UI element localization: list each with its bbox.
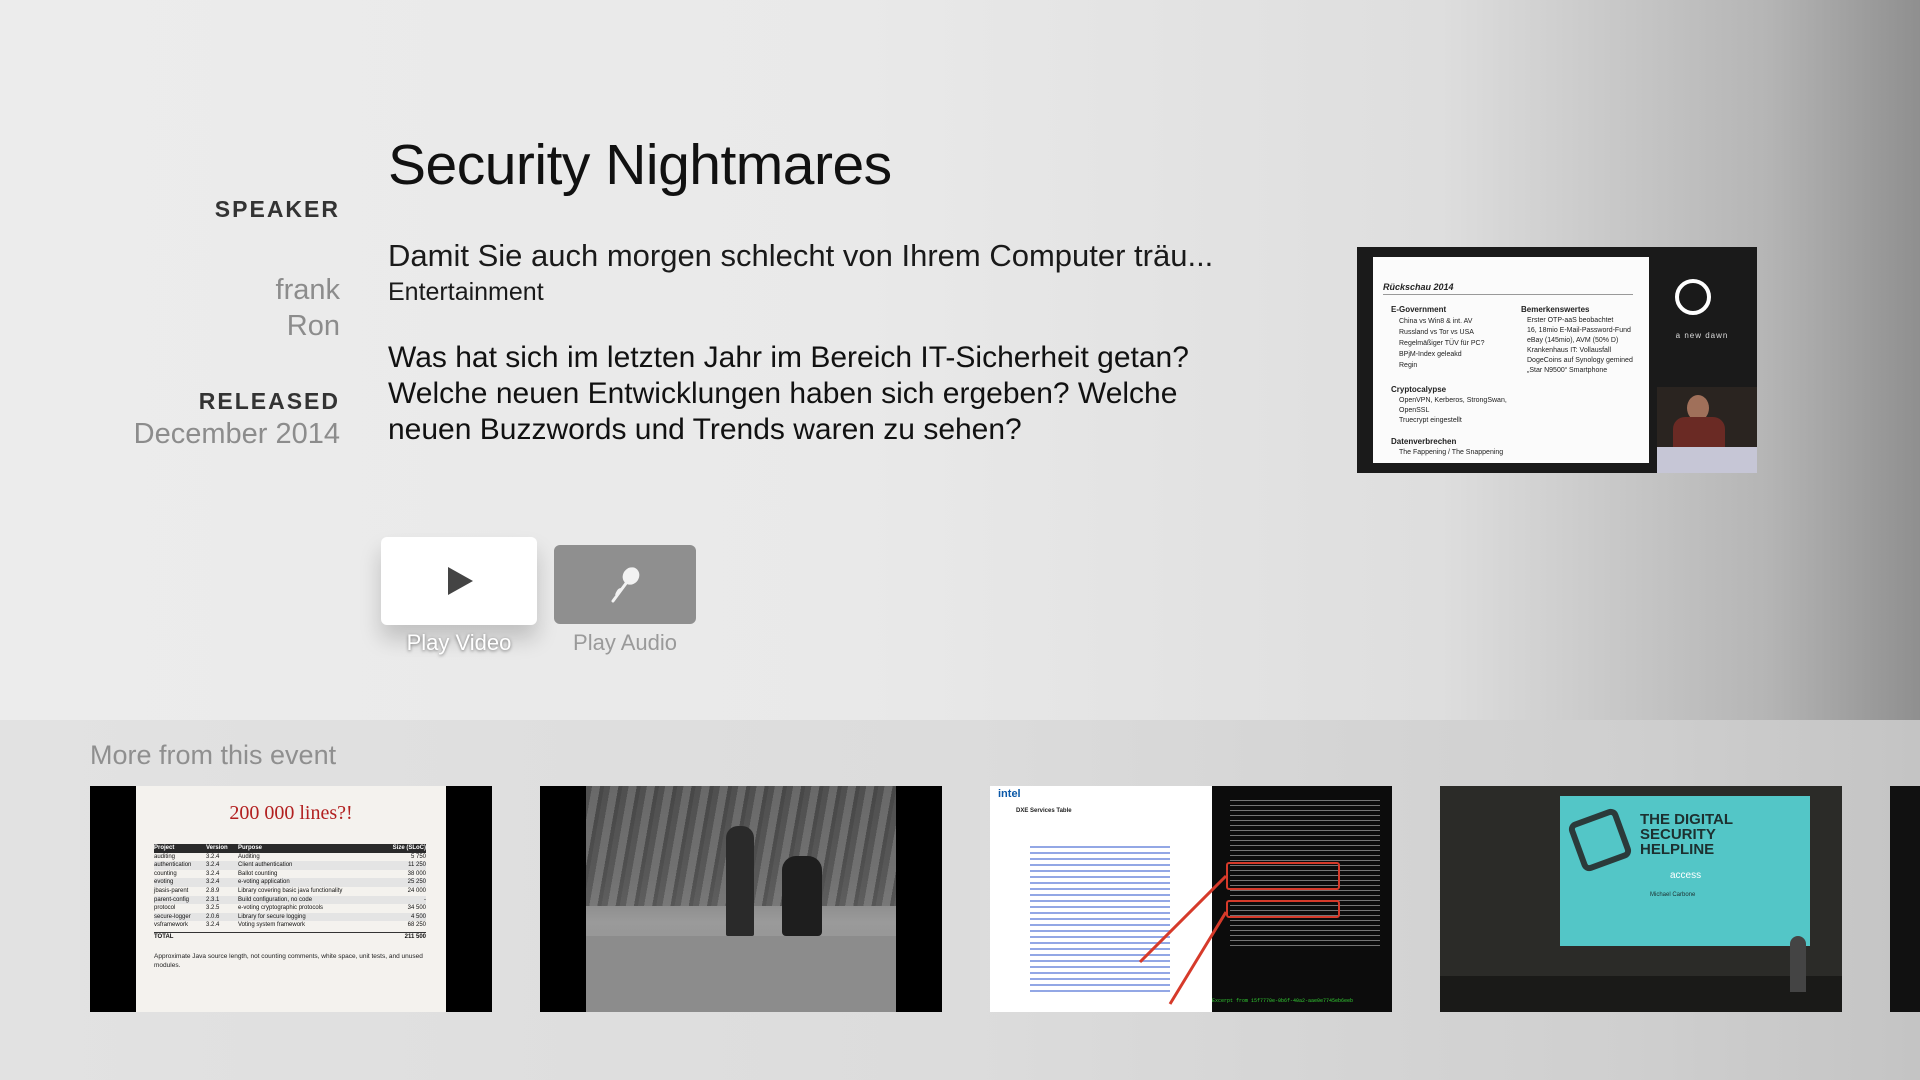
more-shelf: More from this event 200 000 lines?! Pro… bbox=[0, 720, 1920, 1080]
play-audio-button[interactable] bbox=[554, 545, 696, 624]
logo-tagline: a new dawn bbox=[1675, 331, 1729, 340]
person-figure bbox=[782, 856, 822, 936]
video-preview-image[interactable]: Rückschau 2014 E-Government China vs Win… bbox=[1357, 247, 1757, 473]
speaker-name: frank bbox=[275, 274, 340, 306]
wrench-icon bbox=[1566, 806, 1634, 874]
talk-description: Was hat sich im letzten Jahr im Bereich … bbox=[388, 341, 1189, 446]
page-title: Security Nightmares bbox=[388, 133, 892, 197]
related-video-thumbnail[interactable]: THE DIGITAL SECURITY HELPLINE access Mic… bbox=[1440, 786, 1842, 1012]
play-icon bbox=[448, 567, 473, 595]
detail-panel: Security Nightmares SPEAKER frank Ron RE… bbox=[0, 0, 1920, 720]
slide-title: Rückschau 2014 bbox=[1383, 282, 1454, 292]
play-video-button[interactable] bbox=[381, 537, 537, 625]
speaker-figure bbox=[1790, 936, 1806, 992]
speaker-image bbox=[1657, 387, 1757, 473]
play-audio-label: Play Audio bbox=[573, 630, 677, 655]
projector-screen: THE DIGITAL SECURITY HELPLINE access Mic… bbox=[1560, 796, 1810, 946]
congress-logo bbox=[1675, 279, 1711, 315]
released-label: RELEASED bbox=[198, 388, 340, 414]
microphone-icon bbox=[611, 566, 640, 602]
section-title: More from this event bbox=[90, 740, 337, 770]
related-video-thumbnail[interactable] bbox=[540, 786, 942, 1012]
speaker-name: Ron bbox=[286, 310, 340, 342]
speaker-label: SPEAKER bbox=[214, 196, 340, 222]
table: Project Version Purpose Size (SLoC) auditin… bbox=[154, 844, 426, 940]
talk-category: Entertainment bbox=[388, 278, 544, 306]
related-video-thumbnail[interactable] bbox=[1890, 786, 1920, 1012]
released-date: December 2014 bbox=[133, 418, 340, 450]
related-video-thumbnail[interactable]: 200 000 lines?! Project Version Purpose Siz… bbox=[90, 786, 492, 1012]
related-video-thumbnail[interactable]: intel DXE Services Table Excerpt from 15… bbox=[990, 786, 1392, 1012]
slide: Rückschau 2014 E-Government China vs Win… bbox=[1373, 257, 1649, 463]
person-figure bbox=[726, 826, 754, 936]
talk-subtitle: Damit Sie auch morgen schlecht von Ihrem… bbox=[388, 238, 1214, 273]
annotation-arrows bbox=[1138, 874, 1228, 1005]
